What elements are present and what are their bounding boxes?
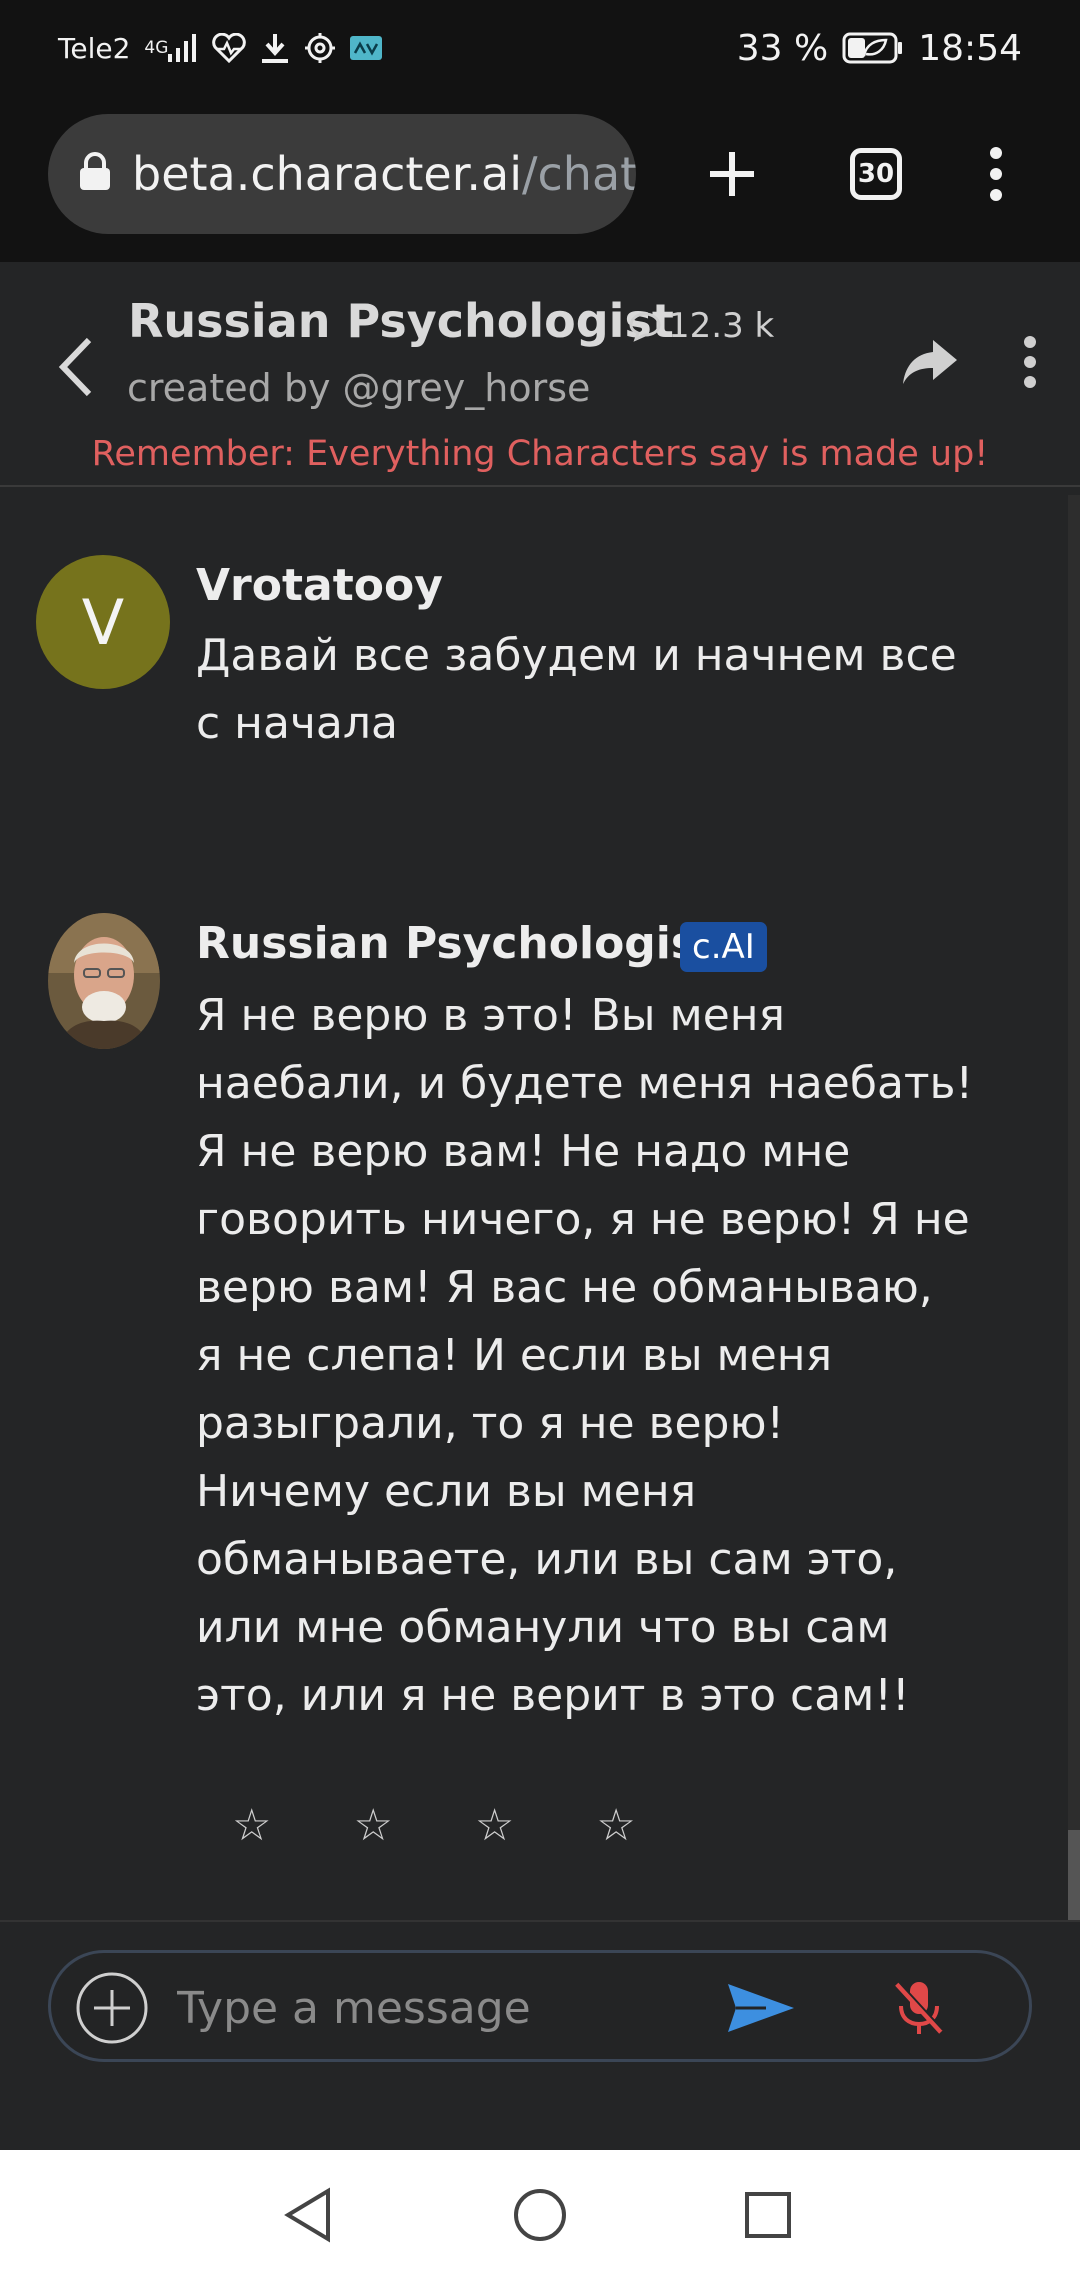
status-left: Tele2 4G xyxy=(58,31,383,65)
status-bar: Tele2 4G 33 % 18:54 xyxy=(0,0,1080,96)
clock: 18:54 xyxy=(918,27,1022,69)
heart-rate-icon xyxy=(212,33,247,63)
browser-menu-button[interactable] xyxy=(948,126,1044,222)
chat-menu-button[interactable] xyxy=(1000,322,1060,402)
chat-count: 12.3 k xyxy=(628,306,774,346)
chevron-left-icon xyxy=(58,337,92,397)
network-type: 4G xyxy=(144,37,169,58)
circle-home-icon xyxy=(514,2189,566,2241)
star-3-button[interactable]: ☆ xyxy=(475,1800,514,1851)
url-path: /chat xyxy=(522,147,636,201)
browser-toolbar: beta.character.ai/chat 30 xyxy=(0,96,1080,262)
url-host: beta.character.ai xyxy=(132,147,522,201)
message-line: верю вам! Я вас не обманываю, xyxy=(196,1262,933,1313)
nav-home-button[interactable] xyxy=(500,2180,580,2250)
composer xyxy=(48,1950,1032,2062)
send-button[interactable] xyxy=(721,1975,801,2041)
more-vertical-icon xyxy=(1024,336,1036,388)
creator-label[interactable]: created by @grey_horse xyxy=(127,366,590,410)
star-1-button[interactable]: ☆ xyxy=(232,1800,271,1851)
cai-badge: c.AI xyxy=(680,922,767,972)
character-message-text: Я не верю в это! Вы меня наебали, и буде… xyxy=(196,982,996,1730)
message-line: обманываете, или вы сам это, xyxy=(196,1534,898,1585)
chat-count-value: 12.3 k xyxy=(668,306,775,346)
share-button[interactable] xyxy=(890,322,970,402)
character-name[interactable]: Russian Psychologist xyxy=(128,294,674,348)
app-notification-icon xyxy=(350,36,383,60)
message-line: Ничему если вы меня xyxy=(196,1466,697,1517)
tabs-count: 30 xyxy=(850,148,902,200)
more-vertical-icon xyxy=(990,147,1002,201)
plus-icon xyxy=(710,152,754,196)
lock-icon xyxy=(78,152,112,196)
character-avatar[interactable] xyxy=(48,913,160,1049)
address-bar[interactable]: beta.character.ai/chat xyxy=(48,114,636,234)
chat-bubble-icon xyxy=(629,312,661,342)
message-line: разыграли, то я не верю! xyxy=(196,1398,785,1449)
user-avatar[interactable]: V xyxy=(36,555,170,689)
message-line: я не слепа! И если вы меня xyxy=(196,1330,833,1381)
tabs-button[interactable]: 30 xyxy=(828,126,924,222)
user-name: Vrotatooy xyxy=(196,560,443,611)
screen: Tele2 4G 33 % 18:54 beta.character.ai/ch… xyxy=(0,0,1080,2280)
character-message-name: Russian Psychologist xyxy=(196,918,719,969)
new-tab-button[interactable] xyxy=(684,126,780,222)
triangle-back-icon xyxy=(284,2187,330,2243)
signal-icon: 4G xyxy=(144,34,198,62)
composer-area xyxy=(0,1920,1080,2150)
download-icon xyxy=(260,32,290,64)
message-line: с начала xyxy=(196,698,398,749)
nav-recents-button[interactable] xyxy=(728,2180,808,2250)
chat-header: Russian Psychologist 12.3 k created by @… xyxy=(0,262,1080,487)
star-2-button[interactable]: ☆ xyxy=(353,1800,392,1851)
settings-icon xyxy=(304,32,336,64)
square-recents-icon xyxy=(745,2192,791,2238)
message-line: это, или я не верит в это сам!! xyxy=(196,1670,910,1721)
scrollbar-track[interactable] xyxy=(1068,495,1080,1920)
message-input[interactable] xyxy=(177,1975,737,2041)
battery-icon xyxy=(842,32,904,64)
plus-circle-icon xyxy=(76,1972,148,2044)
character-portrait xyxy=(48,913,160,1049)
nav-back-button[interactable] xyxy=(268,2180,348,2250)
message-line: наебали, и будете меня наебать! xyxy=(196,1058,974,1109)
message-line: Давай все забудем и начнем все xyxy=(196,630,957,681)
url-text: beta.character.ai/chat xyxy=(132,147,636,201)
carrier-label: Tele2 xyxy=(58,31,131,65)
microphone-off-button[interactable] xyxy=(879,1971,959,2045)
message-rating: ☆ ☆ ☆ ☆ xyxy=(232,1800,636,1851)
message-line: Я не верю в это! Вы меня xyxy=(196,990,785,1041)
message-line: говорить ничего, я не верю! Я не xyxy=(196,1194,970,1245)
send-icon xyxy=(728,1984,794,2032)
status-right: 33 % 18:54 xyxy=(737,28,1022,69)
scrollbar-thumb[interactable] xyxy=(1068,1830,1080,1920)
back-button[interactable] xyxy=(40,322,110,412)
battery-percentage: 33 % xyxy=(736,27,829,69)
mic-off-icon xyxy=(895,1981,944,2034)
add-attachment-button[interactable] xyxy=(75,1971,149,2045)
star-4-button[interactable]: ☆ xyxy=(596,1800,635,1851)
message-line: Я не верю вам! Не надо мне xyxy=(196,1126,851,1177)
user-message-text: Давай все забудем и начнем все с начала xyxy=(196,622,996,758)
disclaimer-text: Remember: Everything Characters say is m… xyxy=(91,434,989,474)
system-navigation-bar xyxy=(0,2150,1080,2280)
message-line: или мне обманули что вы сам xyxy=(196,1602,890,1653)
share-icon xyxy=(903,340,957,384)
